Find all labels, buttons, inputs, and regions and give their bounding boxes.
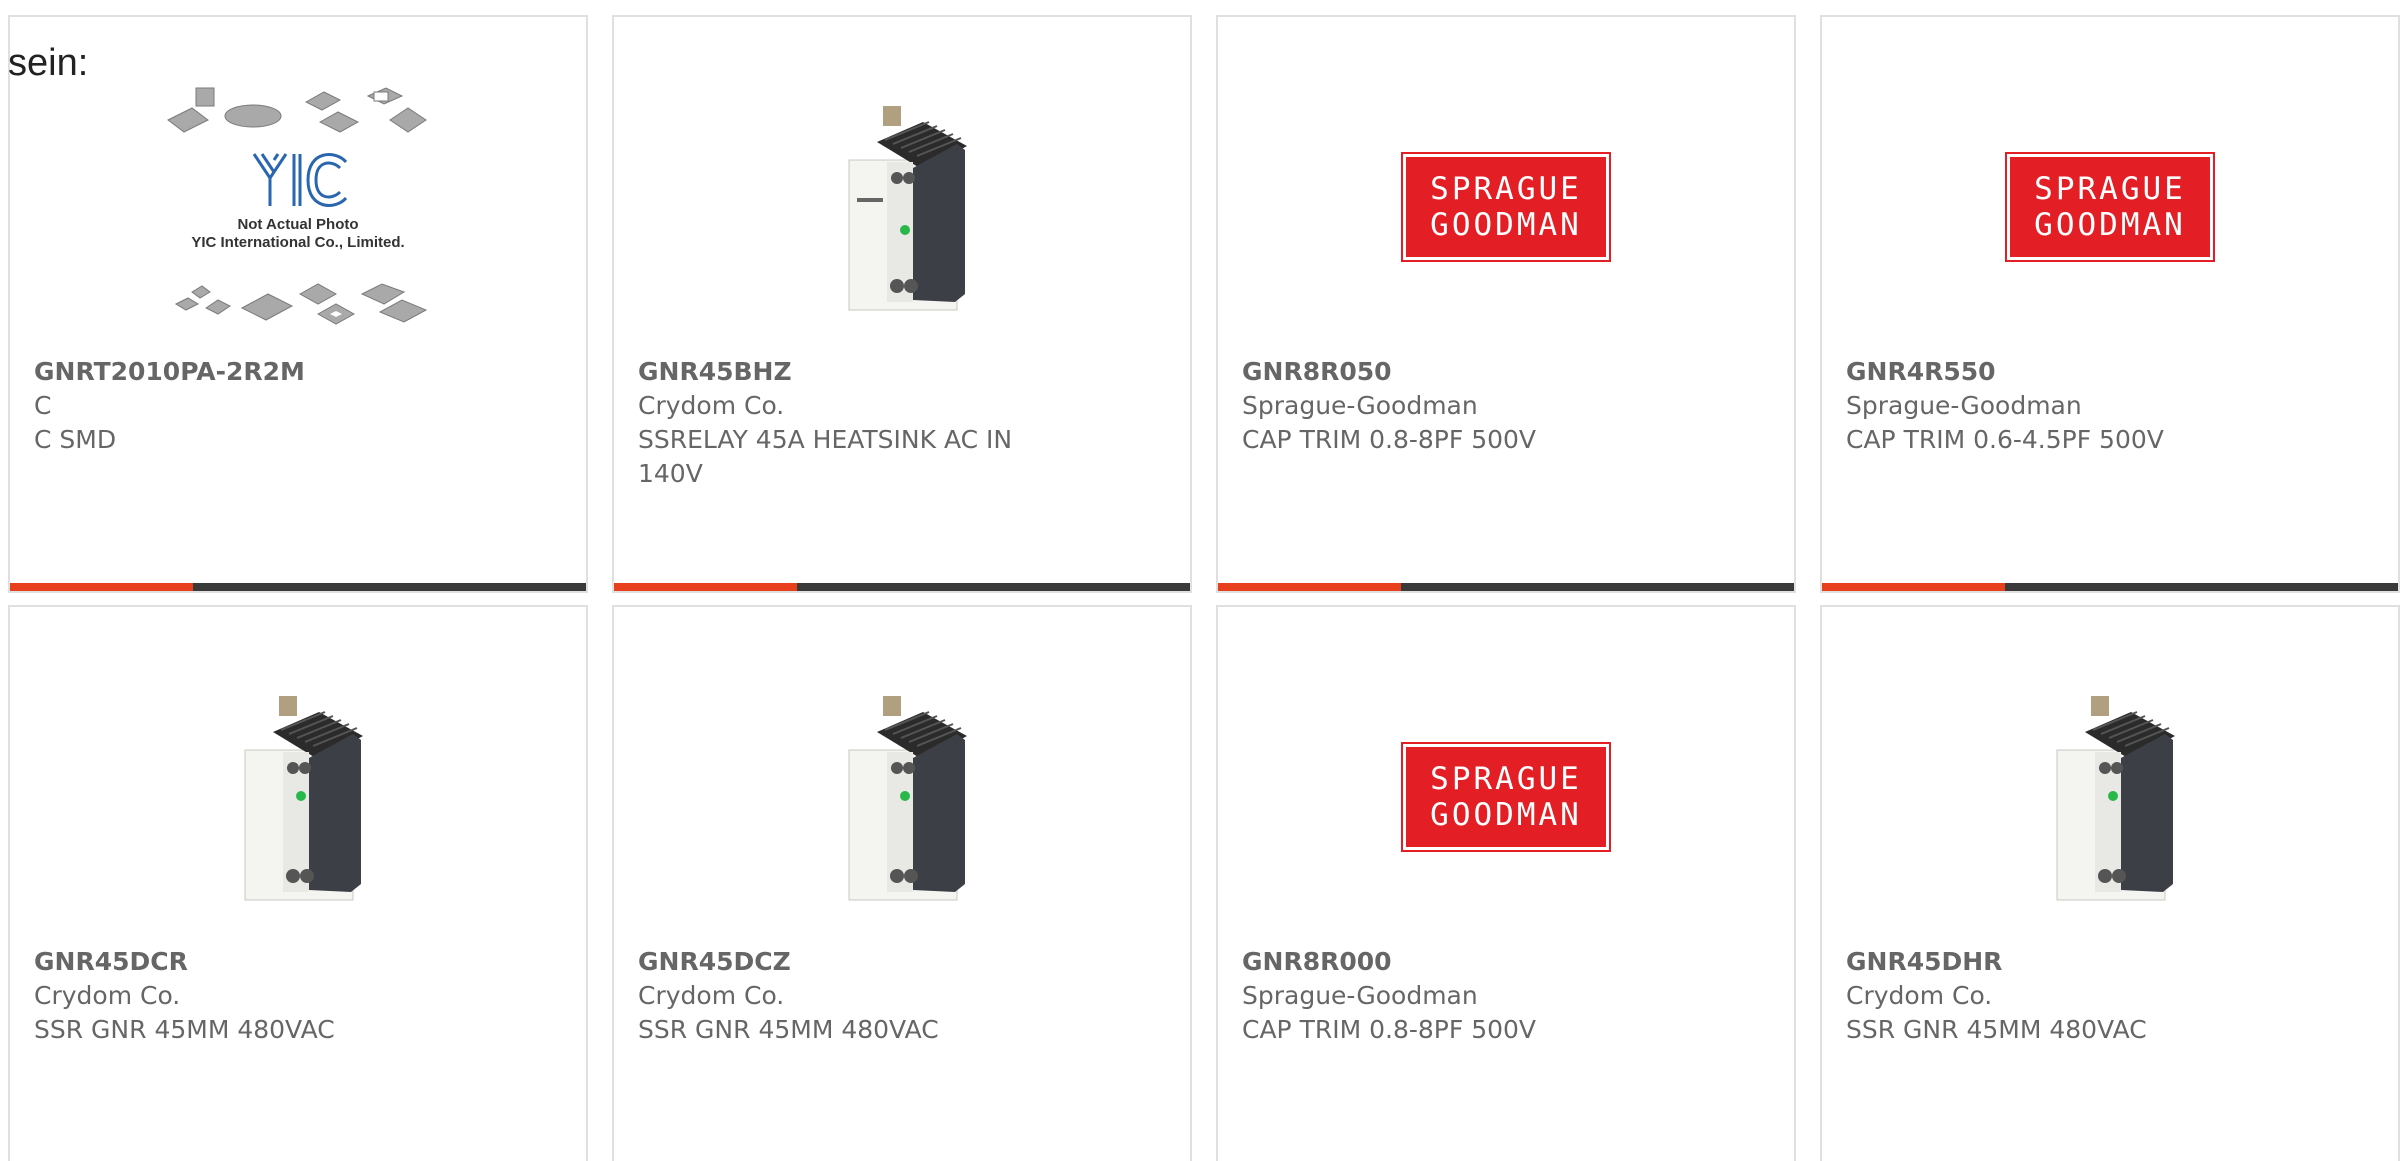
sprague-goodman-logo: SPRAGUE GOODMAN xyxy=(2005,152,2215,262)
manufacturer-name: Sprague-Goodman xyxy=(1242,981,1478,1010)
product-card[interactable]: SPRAGUE GOODMAN GNR8R050 Sprague-Goodman… xyxy=(1216,15,1796,593)
solid-state-relay-icon xyxy=(244,696,363,901)
card-accent-bar xyxy=(614,583,797,591)
product-description: SSR GNR 45MM 480VAC xyxy=(1846,1015,2147,1044)
not-actual-photo-placeholder: Not Actual Photo YIC International Co., … xyxy=(158,82,438,332)
image-caption: Not Actual Photo YIC International Co., … xyxy=(191,216,405,251)
product-image[interactable] xyxy=(614,647,1190,947)
product-card[interactable]: Not Actual Photo YIC International Co., … xyxy=(8,15,588,593)
product-card[interactable]: GNR45DCZ Crydom Co. SSR GNR 45MM 480VAC xyxy=(612,605,1192,1161)
card-accent-bar xyxy=(1822,583,2005,591)
part-number-link[interactable]: GNR8R050 xyxy=(1242,355,1770,389)
part-number-link[interactable]: GNR4R550 xyxy=(1846,355,2374,389)
part-number-link[interactable]: GNRT2010PA-2R2M xyxy=(34,355,562,389)
product-card[interactable]: GNR45BHZ Crydom Co. SSRELAY 45A HEATSINK… xyxy=(612,15,1192,593)
product-image[interactable] xyxy=(10,647,586,947)
product-image[interactable]: SPRAGUE GOODMAN xyxy=(1218,647,1794,947)
solid-state-relay-icon xyxy=(848,696,967,901)
manufacturer-name: Sprague-Goodman xyxy=(1242,391,1478,420)
part-number-link[interactable]: GNR45DCZ xyxy=(638,945,1166,979)
part-number-link[interactable]: GNR45DHR xyxy=(1846,945,2374,979)
sprague-goodman-logo: SPRAGUE GOODMAN xyxy=(1401,152,1611,262)
solid-state-relay-icon xyxy=(848,106,967,311)
product-image[interactable] xyxy=(614,57,1190,357)
product-grid: Not Actual Photo YIC International Co., … xyxy=(8,15,2400,1161)
card-bottom-bar xyxy=(614,583,1190,591)
product-description: CAP TRIM 0.8-8PF 500V xyxy=(1242,1015,1537,1044)
manufacturer-name: Crydom Co. xyxy=(34,981,181,1010)
product-image[interactable]: SPRAGUE GOODMAN xyxy=(1218,57,1794,357)
part-number-link[interactable]: GNR45DCR xyxy=(34,945,562,979)
product-card[interactable]: SPRAGUE GOODMAN GNR4R550 Sprague-Goodman… xyxy=(1820,15,2400,593)
product-image[interactable] xyxy=(1822,647,2398,947)
product-card[interactable]: GNR45DHR Crydom Co. SSR GNR 45MM 480VAC xyxy=(1820,605,2400,1161)
product-description: CAP TRIM 0.8-8PF 500V xyxy=(1242,425,1537,454)
product-card[interactable]: GNR45DCR Crydom Co. SSR GNR 45MM 480VAC xyxy=(8,605,588,1161)
card-bottom-bar xyxy=(1822,583,2398,591)
card-bottom-bar xyxy=(1218,583,1794,591)
product-image[interactable]: Not Actual Photo YIC International Co., … xyxy=(10,57,586,357)
manufacturer-name: Sprague-Goodman xyxy=(1846,391,2082,420)
sprague-goodman-logo: SPRAGUE GOODMAN xyxy=(1401,742,1611,852)
manufacturer-name: Crydom Co. xyxy=(638,391,785,420)
product-image[interactable]: SPRAGUE GOODMAN xyxy=(1822,57,2398,357)
product-description: SSR GNR 45MM 480VAC xyxy=(34,1015,335,1044)
card-accent-bar xyxy=(1218,583,1401,591)
card-bottom-bar xyxy=(10,583,586,591)
manufacturer-name: Crydom Co. xyxy=(638,981,785,1010)
part-number-link[interactable]: GNR8R000 xyxy=(1242,945,1770,979)
product-description: SSR GNR 45MM 480VAC xyxy=(638,1015,939,1044)
part-number-link[interactable]: GNR45BHZ xyxy=(638,355,1166,389)
solid-state-relay-icon xyxy=(2056,696,2175,901)
manufacturer-name: C xyxy=(34,391,52,420)
product-description: CAP TRIM 0.6-4.5PF 500V xyxy=(1846,425,2164,454)
card-accent-bar xyxy=(10,583,193,591)
chip-packages-icon xyxy=(167,87,428,325)
product-description: C SMD xyxy=(34,425,117,454)
manufacturer-name: Crydom Co. xyxy=(1846,981,1993,1010)
intro-text: sein: xyxy=(8,42,89,84)
product-description: SSRELAY 45A HEATSINK AC IN 140V xyxy=(638,425,1013,488)
product-card[interactable]: SPRAGUE GOODMAN GNR8R000 Sprague-Goodman… xyxy=(1216,605,1796,1161)
